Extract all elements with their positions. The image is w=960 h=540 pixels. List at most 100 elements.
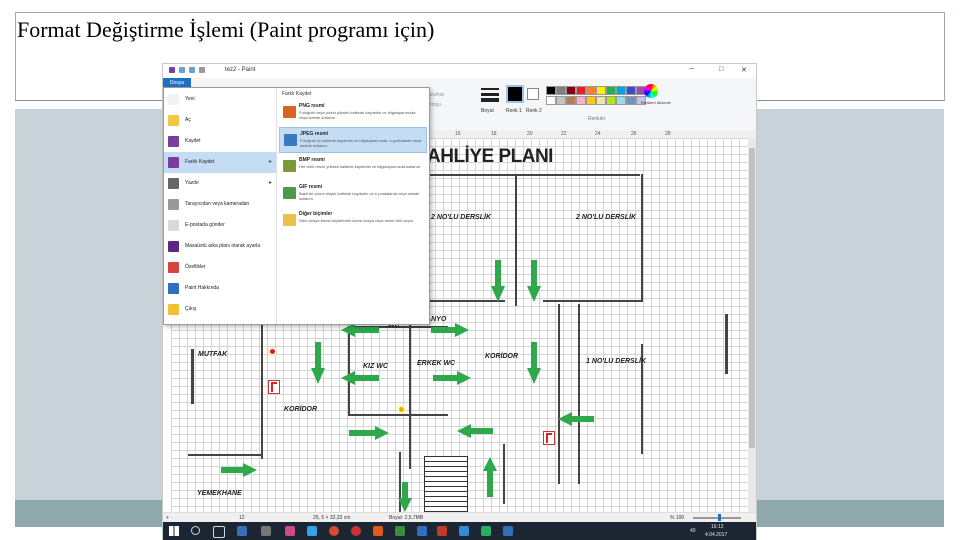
palette-color-swatch[interactable] (566, 96, 576, 105)
paint-app-icon[interactable] (285, 526, 295, 536)
palette-color-swatch[interactable] (556, 96, 566, 105)
excel-icon[interactable] (395, 526, 405, 536)
wall (348, 414, 448, 416)
opera-icon[interactable] (351, 526, 361, 536)
file-menu-item[interactable]: Kaydet (164, 131, 276, 152)
save-format-description: Sizin dosya listesi kaydetmek üzere dosy… (299, 218, 414, 223)
file-menu-item[interactable]: Masaüstü arka planı olarak ayarla (164, 236, 276, 257)
task-view-icon[interactable] (213, 526, 225, 538)
ruler-tick: 26 (631, 131, 637, 137)
internet-explorer-icon[interactable] (307, 526, 317, 536)
file-menu-item[interactable]: Tarayıcıdan veya kameradan (164, 194, 276, 215)
palette-color-swatch[interactable] (616, 86, 626, 95)
room-label: ERKEK WC (417, 360, 456, 367)
palette-color-swatch[interactable] (596, 96, 606, 105)
undo-icon[interactable] (179, 67, 185, 73)
file-menu-item[interactable]: Özellikler (164, 257, 276, 278)
clock-date[interactable]: 4.04.2017 (705, 532, 727, 538)
ruler-tick: 22 (561, 131, 567, 137)
save-format-name: BMP resmi (299, 157, 325, 163)
exit-arrow-up-icon (483, 457, 497, 497)
file-menu-item-label: Yazdır (185, 180, 200, 186)
add-icon[interactable]: + (166, 515, 169, 521)
word-secondary-icon[interactable] (503, 526, 513, 536)
palette-color-swatch[interactable] (556, 86, 566, 95)
exit-arrow-down-icon (398, 482, 412, 512)
save-format-option[interactable]: JPEG resmi Fotoğrafı iyi kalitede kaydedi… (279, 127, 427, 153)
wall (578, 304, 580, 484)
start-windows-icon[interactable] (169, 526, 179, 536)
chrome-icon[interactable] (329, 526, 339, 536)
save-format-name: GIF resmi (299, 184, 323, 190)
minimize-button[interactable]: ─ (689, 66, 694, 73)
file-menu-item[interactable]: Yazdır ▸ (164, 173, 276, 194)
file-menu-item[interactable]: Yeni (164, 89, 276, 110)
palette-color-swatch[interactable] (596, 86, 606, 95)
clock-time[interactable]: 16:12 (711, 524, 724, 530)
fire-hose-sign-icon (268, 380, 280, 394)
palette-color-swatch[interactable] (546, 96, 556, 105)
excel-secondary-icon[interactable] (481, 526, 491, 536)
zoom-slider-thumb[interactable] (718, 514, 721, 521)
file-explorer-icon[interactable] (237, 526, 247, 536)
scrollbar-thumb[interactable] (749, 148, 755, 448)
redo-icon[interactable] (189, 67, 195, 73)
palette-color-swatch[interactable] (626, 86, 636, 95)
edit-colors-button[interactable]: Renkleri düzenle (641, 100, 671, 105)
palette-color-swatch[interactable] (576, 96, 586, 105)
save-format-option[interactable]: Diğer biçimler Sizin dosya listesi kaydet… (279, 208, 427, 234)
file-menu-item[interactable]: Farklı Kaydet ▸ (164, 152, 276, 173)
fire-alarm-icon (397, 405, 406, 414)
window-title: tez2 - Paint (225, 67, 256, 73)
image-size: Boyut: 2,5,7MB (389, 515, 424, 521)
file-menu-item-label: E-postada gönder (185, 222, 225, 228)
palette-color-swatch[interactable] (586, 96, 596, 105)
calculator-icon[interactable] (261, 526, 271, 536)
room-label: 2 NO'LU DERSLİK (576, 214, 637, 221)
palette-color-swatch[interactable] (616, 96, 626, 105)
palette-color-swatch[interactable] (566, 86, 576, 95)
palette-color-swatch[interactable] (626, 96, 636, 105)
customize-quick-access-icon[interactable] (199, 67, 205, 73)
exit-arrow-right-icon (433, 371, 471, 385)
palette-color-swatch[interactable] (586, 86, 596, 95)
size-icon[interactable] (481, 88, 499, 102)
save-format-name: JPEG resmi (300, 131, 329, 137)
outline-button[interactable]: Anahat (428, 92, 444, 98)
palette-color-swatch[interactable] (576, 86, 586, 95)
gif-icon (283, 187, 296, 199)
edit-colors-icon[interactable] (644, 84, 658, 98)
ruler-tick: 18 (491, 131, 497, 137)
palette-color-swatch[interactable] (606, 96, 616, 105)
file-menu-item[interactable]: Aç (164, 110, 276, 131)
color1-swatch[interactable] (506, 85, 524, 103)
outlook-icon[interactable] (459, 526, 469, 536)
quick-save-icon[interactable] (169, 67, 175, 73)
save-format-description: Her türlü resmi yüksek kalitede kaydedin… (299, 164, 422, 169)
palette-color-swatch[interactable] (546, 86, 556, 95)
media-player-icon[interactable] (373, 526, 383, 536)
file-menu-item[interactable]: Paint Hakkında (164, 278, 276, 299)
word-icon[interactable] (417, 526, 427, 536)
file-menu: Yeni Aç Kaydet Farklı Kaydet ▸ Yazdır ▸ Tarayıc… (163, 87, 430, 325)
open-folder-icon (168, 115, 179, 126)
maximize-button[interactable]: □ (719, 66, 723, 73)
close-button[interactable]: ✕ (741, 66, 747, 74)
color2-swatch[interactable] (527, 88, 539, 100)
save-format-option[interactable]: PNG resmi Fotoğrafı veya çizimi yüksek ka… (279, 100, 427, 126)
search-icon[interactable] (191, 526, 200, 535)
save-format-option[interactable]: BMP resmi Her türlü resmi yüksek kalitede… (279, 154, 427, 180)
wall (425, 174, 640, 176)
floor-plan-title: AHLİYE PLANI (427, 146, 553, 167)
powerpoint-icon[interactable] (437, 526, 447, 536)
save-format-name: PNG resmi (299, 103, 325, 109)
file-menu-item[interactable]: E-postada gönder (164, 215, 276, 236)
palette-color-swatch[interactable] (606, 86, 616, 95)
bmp-icon (283, 160, 296, 172)
wall (515, 176, 517, 306)
vertical-scrollbar[interactable] (748, 138, 756, 512)
wall (503, 444, 505, 504)
file-menu-item[interactable]: Çıkış (164, 299, 276, 320)
zoom-slider[interactable] (693, 517, 741, 519)
save-format-option[interactable]: GIF resmi Basit bir çizimi düşük kalitede… (279, 181, 427, 207)
